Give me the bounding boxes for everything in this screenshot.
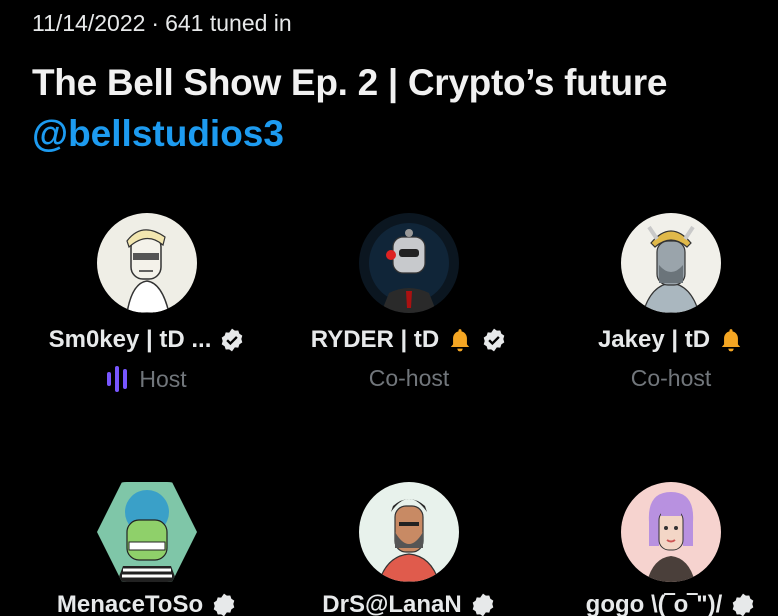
speaker-name: gogo \(‾o‾")/ [585, 591, 723, 616]
verified-badge-icon [472, 593, 494, 616]
speaker-role: Host [139, 365, 187, 392]
verified-badge-icon [483, 328, 505, 352]
speaker-name: Sm0key | tD ... [48, 326, 212, 353]
meta-separator: · [151, 10, 160, 36]
tuned-in-count: 641 tuned in [165, 10, 292, 36]
speaker-card[interactable]: DrS@LanaN [279, 482, 539, 616]
verified-badge-icon [733, 593, 754, 616]
bell-icon [451, 329, 470, 352]
speaker-card[interactable]: Jakey | tD Co-host [541, 213, 778, 392]
speaker-role: Co-host [368, 365, 450, 391]
avatar[interactable] [97, 213, 197, 313]
speaker-card[interactable]: gogo \(‾o‾")/ [541, 482, 778, 616]
speaker-name: Jakey | tD [597, 326, 711, 353]
verified-badge-icon [222, 328, 243, 352]
speaker-name: DrS@LanaN [322, 591, 462, 616]
speaker-name: MenaceToSo [56, 591, 204, 616]
speaker-card[interactable]: MenaceToSo [17, 482, 277, 616]
avatar[interactable] [359, 213, 459, 313]
speaking-bars-icon [107, 365, 128, 393]
avatar[interactable] [621, 213, 721, 313]
space-meta: 11/14/2022 · 641 tuned in [32, 10, 292, 37]
space-date: 11/14/2022 [32, 10, 146, 36]
bell-icon [721, 329, 741, 352]
avatar[interactable] [97, 482, 197, 582]
space-title: The Bell Show Ep. 2 | Crypto’s future [32, 62, 668, 103]
speaker-card[interactable]: Sm0key | tD ... Host [17, 213, 277, 393]
speaker-card[interactable]: RYDER | tD Co-host [279, 213, 539, 392]
verified-badge-icon [213, 593, 235, 616]
speaker-role: Co-host [630, 365, 712, 391]
avatar[interactable] [359, 482, 459, 582]
speaker-name: RYDER | tD [310, 326, 440, 353]
host-handle-link[interactable]: @bellstudios3 [32, 113, 284, 155]
avatar[interactable] [621, 482, 721, 582]
